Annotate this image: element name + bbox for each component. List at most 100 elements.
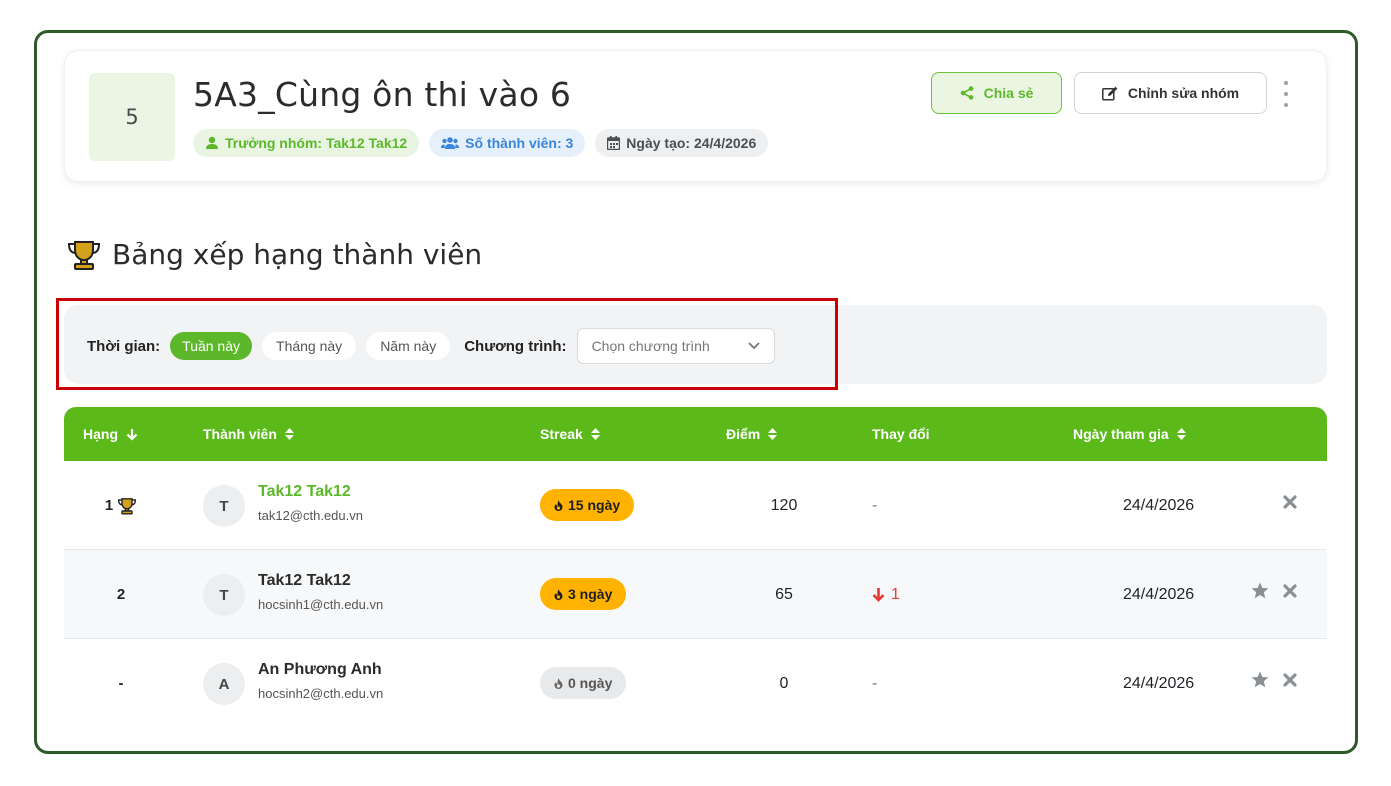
col-member[interactable]: Thành viên xyxy=(203,407,294,461)
group-title: 5A3_Cùng ôn thi vào 6 xyxy=(193,75,572,114)
time-filter-month[interactable]: Tháng này xyxy=(262,332,357,360)
rank-cell: 2 xyxy=(90,550,152,639)
members-badge-label: Số thành viên: 3 xyxy=(465,135,574,151)
arrow-down-icon xyxy=(872,588,885,602)
created-badge: Ngày tạo: 24/4/2026 xyxy=(595,129,769,157)
leaderboard-table: Hạng Thành viên Streak Điểm Thay đổi Ngà… xyxy=(64,407,1327,728)
streak-value: 15 ngày xyxy=(568,497,621,513)
score-cell: 65 xyxy=(775,585,793,603)
score-cell: 120 xyxy=(770,496,798,514)
rank-cell: - xyxy=(90,639,152,728)
filter-bar: Thời gian: Tuần này Tháng này Năm này Ch… xyxy=(64,305,1327,384)
share-button[interactable]: Chia sẻ xyxy=(931,72,1062,114)
table-header: Hạng Thành viên Streak Điểm Thay đổi Ngà… xyxy=(64,407,1327,461)
sort-icon xyxy=(1176,428,1186,440)
more-options-icon[interactable] xyxy=(1279,81,1293,107)
fire-icon xyxy=(554,677,563,689)
member-name[interactable]: An Phương Anh xyxy=(258,661,383,679)
joined-date: 24/4/2026 xyxy=(1123,585,1195,603)
col-change-label: Thay đổi xyxy=(872,426,930,442)
member-email: hocsinh1@cth.edu.vn xyxy=(258,597,384,612)
rank-value: 2 xyxy=(116,586,126,603)
col-joined-label: Ngày tham gia xyxy=(1073,426,1169,442)
member-email: tak12@cth.edu.vn xyxy=(258,508,363,523)
col-rank-label: Hạng xyxy=(83,426,118,442)
change-value: - xyxy=(872,496,878,514)
col-streak-label: Streak xyxy=(540,426,583,442)
streak-badge: 3 ngày xyxy=(540,578,627,610)
edit-group-button-label: Chỉnh sửa nhóm xyxy=(1127,85,1240,101)
sort-icon xyxy=(590,428,600,440)
col-change: Thay đổi xyxy=(872,407,930,461)
col-score[interactable]: Điểm xyxy=(726,407,778,461)
sort-icon xyxy=(768,428,778,440)
remove-member-icon[interactable] xyxy=(1283,584,1297,598)
change-value: 1 xyxy=(891,585,900,603)
calendar-icon xyxy=(607,136,621,150)
time-filter-year[interactable]: Năm này xyxy=(366,332,451,360)
fire-icon xyxy=(554,499,563,511)
members-badge: Số thành viên: 3 xyxy=(429,129,586,157)
star-icon[interactable] xyxy=(1251,671,1269,688)
member-name[interactable]: Tak12 Tak12 xyxy=(258,572,383,590)
joined-date: 24/4/2026 xyxy=(1123,674,1195,692)
share-icon xyxy=(960,86,973,100)
time-filter-week[interactable]: Tuần này xyxy=(170,332,253,360)
col-rank[interactable]: Hạng xyxy=(83,407,138,461)
users-icon xyxy=(441,137,460,149)
table-row: 1 T Tak12 Tak12 tak12@cth.edu.vn 15 ngày… xyxy=(64,461,1327,550)
streak-badge: 15 ngày xyxy=(540,489,635,521)
streak-badge: 0 ngày xyxy=(540,667,627,699)
star-icon[interactable] xyxy=(1251,582,1269,599)
arrow-down-icon xyxy=(126,428,138,441)
score-cell: 0 xyxy=(779,674,789,692)
leaderboard-title: Bảng xếp hạng thành viên xyxy=(112,238,483,271)
created-badge-label: Ngày tạo: 24/4/2026 xyxy=(626,135,757,151)
avatar: T xyxy=(203,485,245,527)
trophy-icon xyxy=(118,497,137,514)
time-filter-label: Thời gian: xyxy=(87,337,161,355)
member-name[interactable]: Tak12 Tak12 xyxy=(258,483,363,501)
remove-member-icon[interactable] xyxy=(1283,495,1297,509)
user-icon xyxy=(206,136,218,149)
col-member-label: Thành viên xyxy=(203,426,277,442)
group-avatar: 5 xyxy=(89,73,175,161)
streak-value: 0 ngày xyxy=(568,675,613,691)
leader-badge-label: Trưởng nhóm: Tak12 Tak12 xyxy=(225,135,408,151)
avatar: A xyxy=(203,663,245,705)
edit-icon xyxy=(1101,86,1118,101)
program-select[interactable]: Chọn chương trình xyxy=(576,328,775,364)
change-cell: - xyxy=(872,639,877,728)
change-cell: - xyxy=(872,461,877,550)
fire-icon xyxy=(554,588,563,600)
edit-group-button[interactable]: Chỉnh sửa nhóm xyxy=(1074,72,1267,114)
avatar: T xyxy=(203,574,245,616)
change-cell: 1 xyxy=(872,550,900,639)
table-row: 2 T Tak12 Tak12 hocsinh1@cth.edu.vn 3 ng… xyxy=(64,550,1327,639)
program-select-placeholder: Chọn chương trình xyxy=(591,338,710,354)
member-info: Tak12 Tak12 hocsinh1@cth.edu.vn xyxy=(258,572,383,612)
remove-member-icon[interactable] xyxy=(1283,673,1297,687)
streak-value: 3 ngày xyxy=(568,586,613,602)
change-value: - xyxy=(872,674,878,692)
member-info: An Phương Anh hocsinh2@cth.edu.vn xyxy=(258,661,383,701)
sort-icon xyxy=(284,428,294,440)
chevron-down-icon xyxy=(747,342,760,350)
program-filter-label: Chương trình: xyxy=(464,337,567,355)
col-streak[interactable]: Streak xyxy=(540,407,600,461)
rank-value: - xyxy=(118,675,124,692)
member-info: Tak12 Tak12 tak12@cth.edu.vn xyxy=(258,483,363,523)
col-joined[interactable]: Ngày tham gia xyxy=(1073,407,1186,461)
leader-badge: Trưởng nhóm: Tak12 Tak12 xyxy=(193,129,420,157)
group-header-card: 5 5A3_Cùng ôn thi vào 6 Trưởng nhóm: Tak… xyxy=(64,50,1327,182)
trophy-icon xyxy=(67,240,101,270)
rank-value: 1 xyxy=(104,497,114,514)
share-button-label: Chia sẻ xyxy=(983,85,1034,101)
table-row: - A An Phương Anh hocsinh2@cth.edu.vn 0 … xyxy=(64,639,1327,728)
rank-cell: 1 xyxy=(90,461,152,550)
col-score-label: Điểm xyxy=(726,426,761,442)
member-email: hocsinh2@cth.edu.vn xyxy=(258,686,384,701)
joined-date: 24/4/2026 xyxy=(1123,496,1195,514)
leaderboard-heading: Bảng xếp hạng thành viên xyxy=(66,238,482,271)
group-badges: Trưởng nhóm: Tak12 Tak12 Số thành viên: … xyxy=(193,129,769,157)
